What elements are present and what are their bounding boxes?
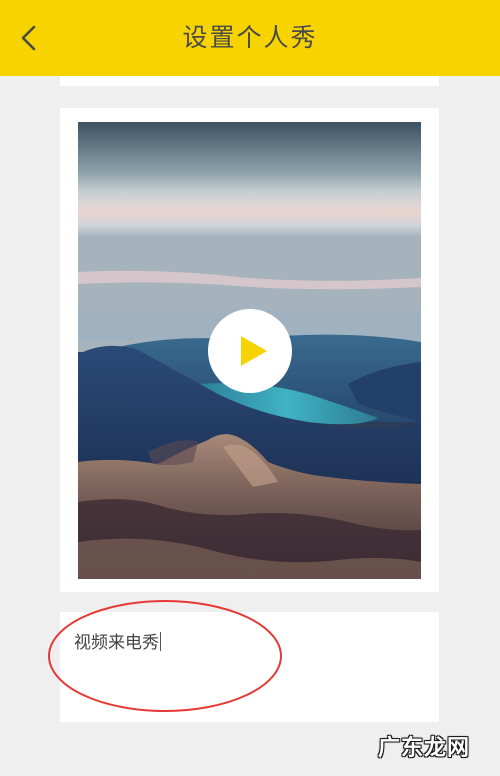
show-name-value: 视频来电秀 (74, 633, 159, 653)
video-thumbnail[interactable] (78, 122, 421, 579)
page-title: 设置个人秀 (182, 23, 318, 52)
watermark-logo: 广东龙网 (377, 736, 470, 761)
previous-card-edge (60, 76, 439, 86)
back-button[interactable] (10, 18, 50, 58)
play-icon (241, 336, 267, 366)
header-bar: 设置个人秀 (0, 0, 500, 76)
play-button[interactable] (208, 309, 292, 393)
text-caret (160, 632, 161, 651)
chevron-left-icon (21, 25, 36, 51)
text-input-card[interactable]: 视频来电秀 (60, 612, 439, 722)
show-name-input[interactable]: 视频来电秀 (74, 628, 161, 653)
video-card (60, 108, 439, 592)
